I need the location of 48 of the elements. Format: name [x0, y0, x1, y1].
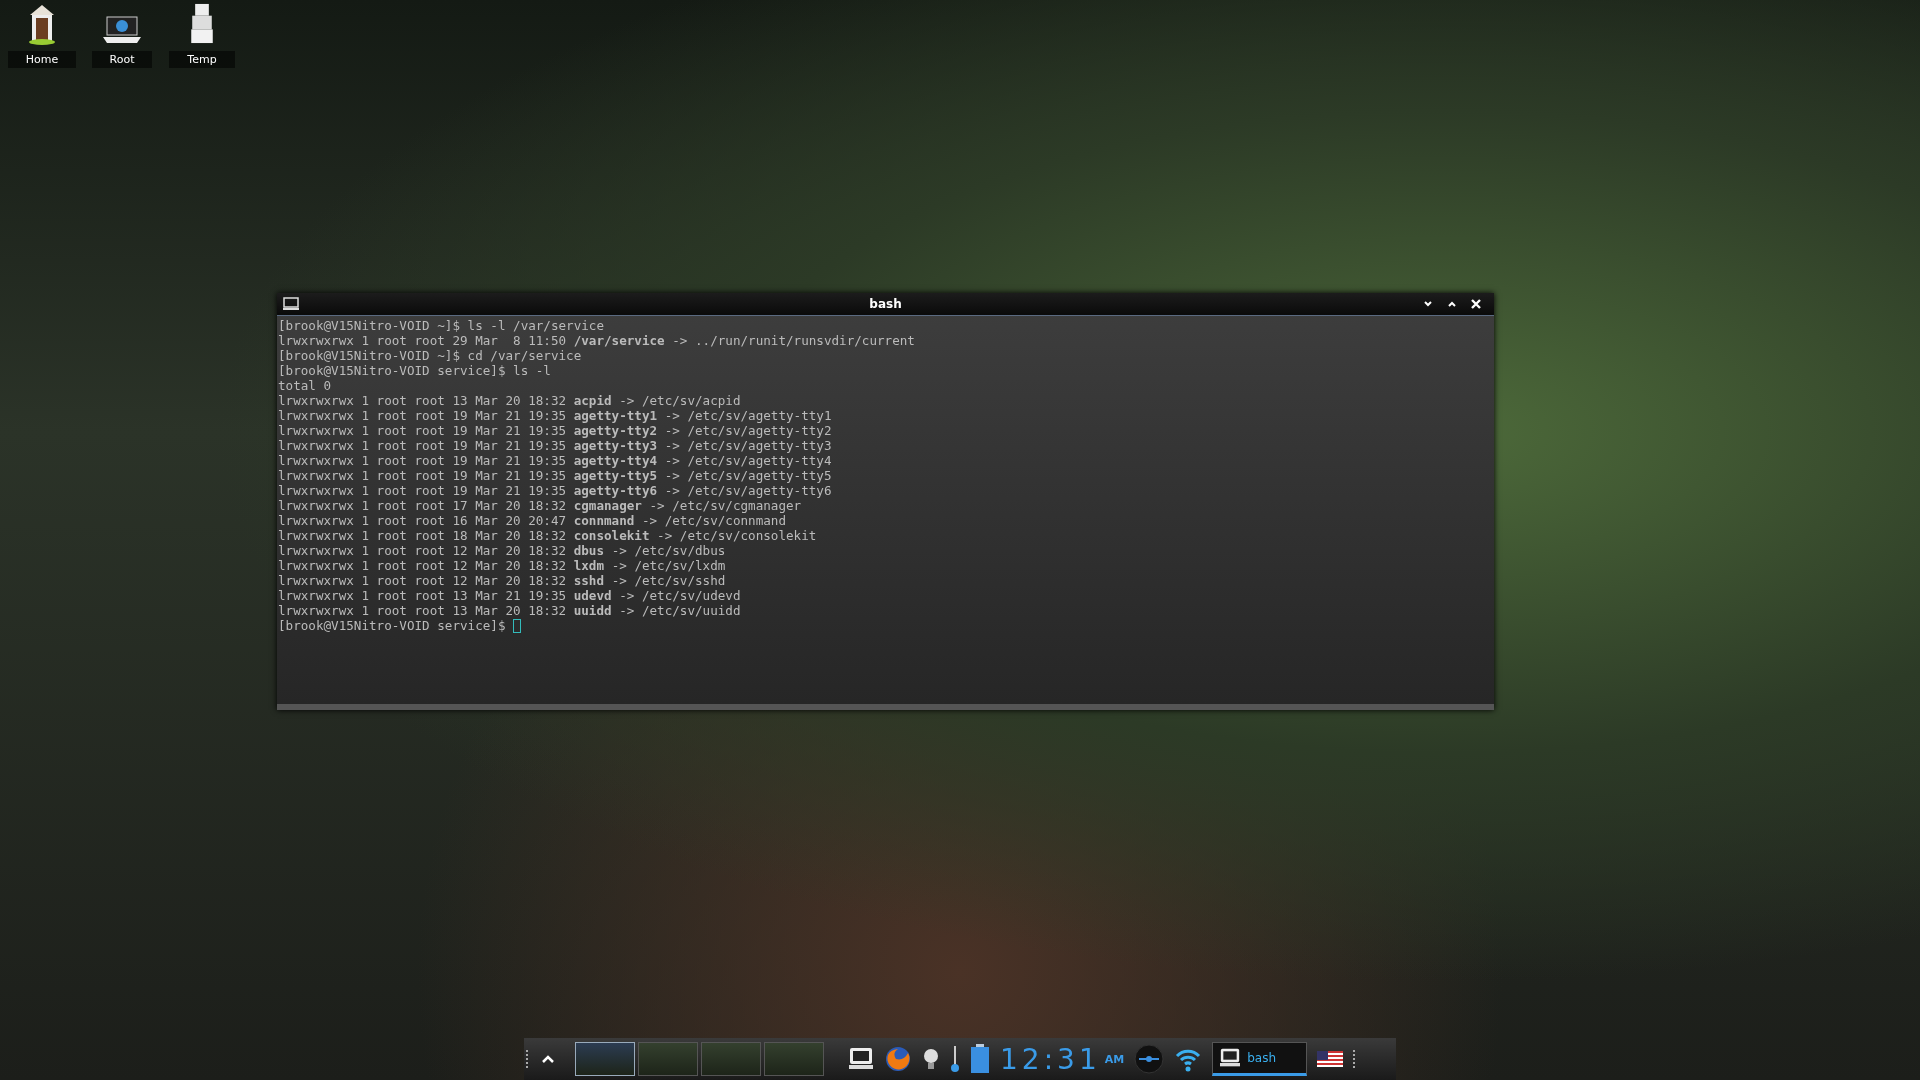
battery-icon[interactable]	[970, 1044, 990, 1074]
laptop-icon[interactable]	[101, 15, 143, 45]
workspace-thumbnail[interactable]	[638, 1042, 698, 1076]
caret-up-icon[interactable]	[541, 1054, 555, 1064]
terminal-line: lrwxrwxrwx 1 root root 19 Mar 21 19:35 agetty-tty6 -> /etc/sv/agetty-tty6	[278, 483, 833, 498]
terminal-line: lrwxrwxrwx 1 root root 19 Mar 21 19:35 agetty-tty1 -> /etc/sv/agetty-tty1	[278, 408, 833, 423]
terminal-line: lrwxrwxrwx 1 root root 18 Mar 20 18:32 consolekit -> /etc/sv/consolekit	[278, 528, 818, 543]
thermometer-icon[interactable]	[950, 1045, 960, 1073]
flag-icon[interactable]	[1317, 1051, 1344, 1067]
terminal-line: lrwxrwxrwx 1 root root 12 Mar 20 18:32 dbus -> /etc/sv/dbus	[278, 543, 727, 558]
close-icon[interactable]	[1470, 298, 1482, 310]
terminal-line: lrwxrwxrwx 1 root root 19 Mar 21 19:35 agetty-tty5 -> /etc/sv/agetty-tty5	[278, 468, 833, 483]
terminal-line: lrwxrwxrwx 1 root root 16 Mar 20 20:47 connmand -> /etc/sv/connmand	[278, 513, 788, 528]
terminal-line: lrwxrwxrwx 1 root root 13 Mar 20 18:32 acpid -> /etc/sv/acpid	[278, 393, 742, 408]
task-button[interactable]: bash	[1212, 1042, 1308, 1076]
clock-period: AM	[1104, 1052, 1125, 1066]
firefox-icon[interactable]	[884, 1045, 912, 1073]
grip-handle[interactable]	[526, 1050, 531, 1068]
house-door-icon[interactable]	[27, 3, 57, 45]
disc-icon[interactable]	[1134, 1044, 1165, 1074]
monitor-icon[interactable]	[283, 297, 299, 311]
terminal-icon	[1219, 1048, 1242, 1068]
workspace-thumbnail[interactable]	[701, 1042, 761, 1076]
terminal-line: lrwxrwxrwx 1 root root 13 Mar 21 19:35 udevd -> /etc/sv/udevd	[278, 588, 742, 603]
terminal-line: [brook@V15Nitro-VOID ~]$ ls -l /var/service	[278, 318, 606, 333]
terminal-line: total 0	[278, 378, 333, 393]
terminal-line: lrwxrwxrwx 1 root root 29 Mar 8 11:50 /var/service -> ../run/runit/runsvdir/current	[278, 333, 916, 348]
terminal-line: lrwxrwxrwx 1 root root 12 Mar 20 18:32 sshd -> /etc/sv/sshd	[278, 573, 727, 588]
terminal-line: lrwxrwxrwx 1 root root 19 Mar 21 19:35 agetty-tty2 -> /etc/sv/agetty-tty2	[278, 423, 833, 438]
text-cursor	[513, 618, 522, 633]
window-title: bash	[869, 297, 902, 311]
terminal-prompt: [brook@V15Nitro-VOID service]$	[278, 618, 506, 633]
terminal-icon[interactable]	[848, 1047, 874, 1071]
terminal-line: lrwxrwxrwx 1 root root 17 Mar 20 18:32 cgmanager -> /etc/sv/cgmanager	[278, 498, 803, 513]
desktop-icon-label[interactable]: Temp	[169, 51, 235, 68]
workspace-thumbnail[interactable]	[575, 1042, 635, 1076]
terminal-line: lrwxrwxrwx 1 root root 12 Mar 20 18:32 lxdm -> /etc/sv/lxdm	[278, 558, 727, 573]
terminal-line: [brook@V15Nitro-VOID service]$ ls -l	[278, 363, 552, 378]
desktop-icon-label[interactable]: Home	[7, 51, 77, 68]
terminal-line: lrwxrwxrwx 1 root root 19 Mar 21 19:35 agetty-tty4 -> /etc/sv/agetty-tty4	[278, 453, 833, 468]
boxes-icon[interactable]	[189, 2, 215, 45]
clock-time: 12:31	[1000, 1042, 1101, 1076]
workspace-thumbnail[interactable]	[764, 1042, 824, 1076]
terminal-line: [brook@V15Nitro-VOID ~]$ cd /var/service	[278, 348, 583, 363]
terminal-line: lrwxrwxrwx 1 root root 13 Mar 20 18:32 uuidd -> /etc/sv/uuidd	[278, 603, 742, 618]
desktop-icon-label[interactable]: Root	[91, 51, 153, 68]
terminal-line: lrwxrwxrwx 1 root root 19 Mar 21 19:35 agetty-tty3 -> /etc/sv/agetty-tty3	[278, 438, 833, 453]
light-bulb-icon[interactable]	[922, 1047, 940, 1071]
